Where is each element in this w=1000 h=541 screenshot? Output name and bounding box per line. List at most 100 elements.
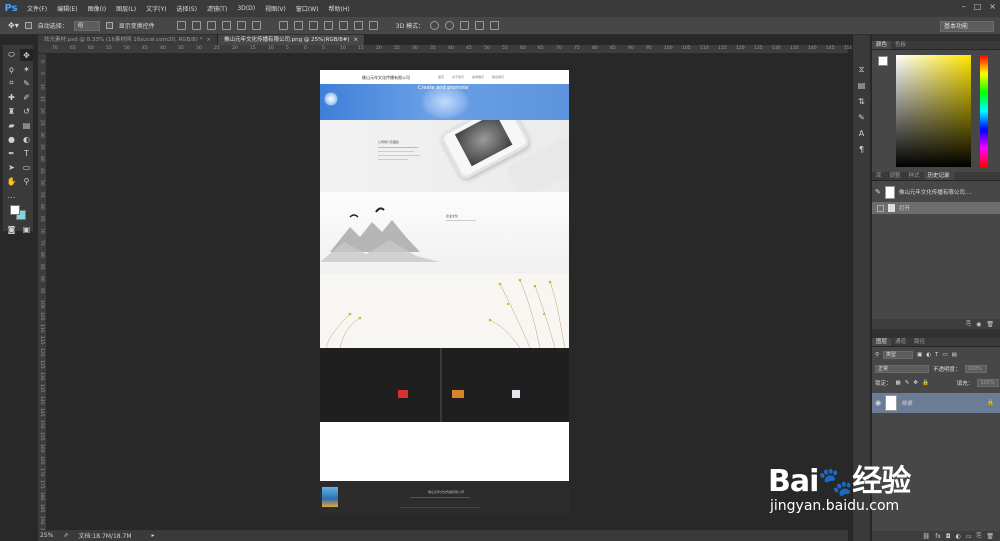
edit-toolbar-icon[interactable]: … xyxy=(5,189,18,201)
tab-library[interactable]: 库 xyxy=(872,172,886,180)
filter-smart-icon[interactable]: ▤ xyxy=(952,352,957,358)
move-tool-preset-icon[interactable]: ✥▾ xyxy=(8,21,19,30)
layer-kind-dropdown[interactable]: 类型 xyxy=(883,351,914,359)
dodge-tool-icon[interactable]: ◐ xyxy=(20,133,33,145)
menu-type[interactable]: 文字(Y) xyxy=(141,4,171,13)
new-layer-icon[interactable]: ⎘ xyxy=(977,532,982,540)
folder-icon[interactable]: ▭ xyxy=(966,533,972,540)
menu-filter[interactable]: 滤镜(T) xyxy=(202,4,232,13)
menu-edit[interactable]: 编辑(E) xyxy=(52,4,82,13)
fx-icon[interactable]: fx xyxy=(935,533,941,540)
tab-close-icon[interactable]: × xyxy=(354,35,359,45)
lock-image-icon[interactable]: ✎ xyxy=(905,380,910,386)
filter-shape-icon[interactable]: ▭ xyxy=(942,352,947,358)
path-selection-tool-icon[interactable]: ➤ xyxy=(5,161,18,173)
tab-channels[interactable]: 通道 xyxy=(891,338,910,346)
menu-3d[interactable]: 3D(D) xyxy=(232,5,260,12)
align-bottom-icon[interactable] xyxy=(206,21,216,30)
close-icon[interactable]: × xyxy=(989,2,996,11)
menu-select[interactable]: 选择(S) xyxy=(171,4,202,13)
status-menu-arrow-icon[interactable]: ▸ xyxy=(152,532,155,539)
zoom-level[interactable]: 25% xyxy=(40,532,53,539)
foreground-color-swatch[interactable] xyxy=(10,205,20,215)
filter-adjust-icon[interactable]: ◐ xyxy=(926,352,931,358)
menu-image[interactable]: 图像(I) xyxy=(83,4,111,13)
mask-icon[interactable]: ◘ xyxy=(946,533,951,540)
filter-type-icon[interactable]: T xyxy=(935,352,938,358)
ruler-horizontal[interactable]: 70 65 60 55 50 45 40 35 30 25 20 15 10 5 0 5 10 15 20 25 30 3… xyxy=(38,45,853,54)
brush-tool-icon[interactable]: ✐ xyxy=(20,91,33,103)
history-snapshot[interactable]: ✎ 佛山元年文化传播有限公司.... xyxy=(872,184,1000,200)
menu-layer[interactable]: 图层(L) xyxy=(111,4,141,13)
history-brush-tool-icon[interactable]: ↺ xyxy=(20,105,33,117)
lock-transparent-icon[interactable]: ▦ xyxy=(896,380,901,386)
rectangle-tool-icon[interactable]: ▭ xyxy=(20,161,33,173)
camera-icon[interactable]: ◉ xyxy=(976,321,981,328)
align-right-icon[interactable] xyxy=(251,21,261,30)
properties-panel-icon[interactable]: ▤ xyxy=(856,81,867,91)
show-transform-checkbox[interactable] xyxy=(105,22,113,29)
marquee-tool-icon[interactable]: ⬭ xyxy=(5,49,18,61)
align-vcenter-icon[interactable] xyxy=(191,21,201,30)
minimize-icon[interactable]: – xyxy=(962,2,966,11)
magic-wand-tool-icon[interactable]: ✶ xyxy=(20,63,33,75)
eyedropper-tool-icon[interactable]: ✎ xyxy=(20,77,33,89)
color-panel-fg-swatch[interactable] xyxy=(878,56,888,66)
eye-icon[interactable]: ◉ xyxy=(875,399,881,407)
move-tool-icon[interactable]: ✥ xyxy=(20,49,33,61)
3d-rotate-icon[interactable] xyxy=(430,21,440,30)
distribute-left-icon[interactable] xyxy=(323,21,333,30)
hue-slider[interactable] xyxy=(980,55,988,167)
distribute-top-icon[interactable] xyxy=(278,21,288,30)
opacity-field[interactable]: 100% xyxy=(964,365,987,373)
distribute-right-icon[interactable] xyxy=(353,21,363,30)
blend-mode-dropdown[interactable]: 正常 xyxy=(875,365,929,373)
3d-pan-icon[interactable] xyxy=(460,21,470,30)
tab-adjustments[interactable]: 调整 xyxy=(886,172,905,180)
tab-doc-2[interactable]: 佛山元年文化传播有限公司.png @ 25%(RGB/8#) × xyxy=(217,35,366,45)
trash-icon[interactable]: 🗑 xyxy=(986,321,994,328)
blur-tool-icon[interactable]: ● xyxy=(5,133,18,145)
distribute-bottom-icon[interactable] xyxy=(308,21,318,30)
quick-mask-icon[interactable]: ◙ xyxy=(5,223,18,235)
distribute-hcenter-icon[interactable] xyxy=(338,21,348,30)
delete-layer-icon[interactable]: 🗑 xyxy=(986,533,994,540)
brush-panel-icon[interactable]: ✎ xyxy=(856,113,867,123)
hand-tool-icon[interactable]: ✋ xyxy=(5,175,18,187)
lock-position-icon[interactable]: ✥ xyxy=(913,380,918,386)
tab-close-icon[interactable]: × xyxy=(206,35,211,45)
gradient-tool-icon[interactable]: ▤ xyxy=(20,119,33,131)
tab-styles[interactable]: 样式 xyxy=(905,172,924,180)
ruler-vertical[interactable]: 0 5 10 15 20 25 30 35 40 45 50 55 60 65 70 75 80 85 90 95 10… xyxy=(38,54,47,537)
auto-select-dropdown[interactable]: 组 xyxy=(73,20,100,31)
align-left-icon[interactable] xyxy=(221,21,231,30)
3d-scale-icon[interactable] xyxy=(490,21,500,30)
layer-row[interactable]: ◉ 背景 🔒 xyxy=(872,393,1000,413)
lasso-tool-icon[interactable]: ϙ xyxy=(5,63,18,75)
healing-brush-tool-icon[interactable]: ✚ xyxy=(5,91,18,103)
auto-select-checkbox[interactable] xyxy=(24,22,32,29)
crop-tool-icon[interactable]: ⌗ xyxy=(5,77,18,89)
menu-file[interactable]: 文件(F) xyxy=(22,4,52,13)
maximize-icon[interactable]: □ xyxy=(974,2,982,11)
auto-align-icon[interactable] xyxy=(368,21,378,30)
link-icon[interactable]: ⛓ xyxy=(923,533,931,540)
filter-pixel-icon[interactable]: ▣ xyxy=(917,352,922,358)
screen-mode-icon[interactable]: ▣ xyxy=(20,223,33,235)
3d-slide-icon[interactable] xyxy=(475,21,485,30)
align-top-icon[interactable] xyxy=(176,21,186,30)
workspace-dropdown[interactable]: 基本功能 xyxy=(940,21,994,32)
tab-swatches[interactable]: 色板 xyxy=(891,41,910,49)
lock-all-icon[interactable]: 🔒 xyxy=(922,380,929,386)
eraser-tool-icon[interactable]: ▰ xyxy=(5,119,18,131)
layer-name[interactable]: 背景 xyxy=(901,399,912,407)
type-tool-icon[interactable]: T xyxy=(20,147,33,159)
adjust-panel-icon[interactable]: ⇅ xyxy=(856,97,867,107)
history-step-open[interactable]: 打开 xyxy=(872,202,1000,214)
distribute-vcenter-icon[interactable] xyxy=(293,21,303,30)
tab-paths[interactable]: 路径 xyxy=(910,338,929,346)
pen-tool-icon[interactable]: ✒ xyxy=(5,147,18,159)
align-hcenter-icon[interactable] xyxy=(236,21,246,30)
zoom-tool-icon[interactable]: ⚲ xyxy=(20,175,33,187)
share-icon[interactable]: ⇗ xyxy=(63,532,68,539)
